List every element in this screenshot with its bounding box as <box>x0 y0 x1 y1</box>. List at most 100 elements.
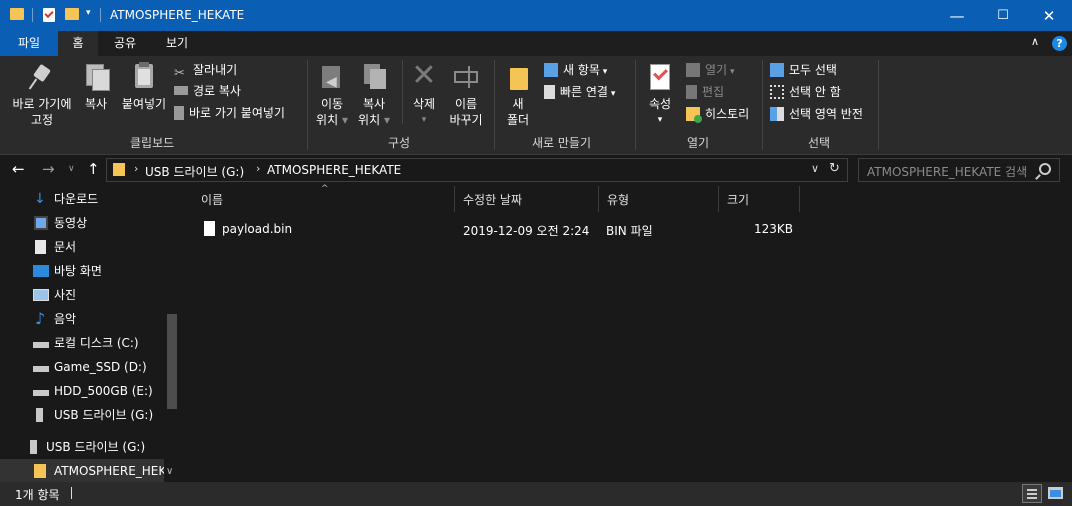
sidebar-item-game-ssd-d[interactable]: Game_SSD (D:) <box>0 355 165 379</box>
item-count: 1개 항목 <box>15 488 60 502</box>
refresh-icon[interactable]: ↻ <box>829 161 840 176</box>
delete-x-icon: ✕ <box>411 58 437 93</box>
address-dropdown-icon[interactable]: ∨ <box>811 162 819 175</box>
sidebar-item-local-disk-c[interactable]: 로컬 디스크 (C:) <box>0 331 165 355</box>
help-icon[interactable]: ? <box>1052 36 1067 51</box>
easy-access-button[interactable]: 빠른 연결 ▾ <box>544 82 615 102</box>
cut-button[interactable]: ✂ 잘라내기 <box>174 60 237 81</box>
copy-to-icon <box>358 60 390 92</box>
sidebar-scrollbar-thumb[interactable] <box>167 314 177 409</box>
invert-selection-button[interactable]: 선택 영역 반전 <box>770 104 863 124</box>
move-to-icon: ◀ <box>316 60 348 92</box>
copy-to-button[interactable]: 복사 위치 ▾ <box>354 60 394 128</box>
forward-button[interactable]: → <box>42 160 55 178</box>
paste-button[interactable]: 붙여넣기 <box>118 60 170 112</box>
new-folder-quick-icon[interactable] <box>65 8 79 20</box>
select-none-button[interactable]: 선택 안 함 <box>770 82 841 102</box>
scissors-icon: ✂ <box>174 66 185 81</box>
title-separator <box>32 8 33 22</box>
search-icon[interactable] <box>1039 163 1051 175</box>
maximize-button[interactable]: ☐ <box>980 0 1026 31</box>
sidebar-item-desktop[interactable]: 바탕 화면 <box>0 259 165 283</box>
search-icon-handle <box>1035 174 1041 180</box>
minimize-button[interactable]: — <box>934 0 980 31</box>
column-header-name[interactable]: 이름 <box>193 186 455 212</box>
usb-icon <box>36 408 43 422</box>
ribbon-separator <box>307 60 308 150</box>
ribbon-separator <box>635 60 636 150</box>
sidebar-item-documents[interactable]: 문서 <box>0 235 165 259</box>
tab-view[interactable]: 보기 <box>154 31 200 56</box>
new-item-button[interactable]: 새 항목 ▾ <box>544 60 607 80</box>
folder-icon <box>34 464 46 478</box>
open-label: 열기 <box>705 63 728 77</box>
ribbon-separator <box>762 60 763 150</box>
breadcrumb-item[interactable]: USB 드라이브 (G:) <box>145 163 244 180</box>
column-header-size[interactable]: 크기 <box>719 186 800 212</box>
select-all-button[interactable]: 모두 선택 <box>770 60 837 80</box>
delete-dropdown-icon[interactable]: ▾ <box>406 112 442 128</box>
usb-icon <box>30 440 37 454</box>
scroll-down-icon[interactable]: ∨ <box>166 466 173 477</box>
search-box[interactable]: ATMOSPHERE_HEKATE 검색 <box>858 158 1060 182</box>
up-button[interactable]: ↑ <box>87 160 100 178</box>
table-row[interactable]: payload.bin 2019-12-09 오전 2:24 BIN 파일 12… <box>193 216 813 242</box>
tab-share[interactable]: 공유 <box>102 31 148 56</box>
column-header-modified[interactable]: 수정한 날짜 <box>455 186 599 212</box>
copy-path-button[interactable]: 경로 복사 <box>174 81 241 101</box>
customize-quick-access-icon[interactable]: ▾ <box>86 8 91 18</box>
pin-quick-access-button[interactable]: 바로 가기에 고정 <box>6 60 78 128</box>
edit-button[interactable]: 편집 <box>686 82 724 102</box>
easy-access-icon <box>544 85 555 99</box>
column-header-type[interactable]: 유형 <box>599 186 719 212</box>
paste-icon <box>128 60 160 92</box>
open-button[interactable]: 열기 ▾ <box>686 60 734 80</box>
sidebar-item-usb-drive-g-root[interactable]: USB 드라이브 (G:) <box>0 435 165 459</box>
clipboard-group-label: 클립보드 <box>130 136 175 150</box>
tab-home[interactable]: 홈 <box>58 31 98 56</box>
select-all-icon <box>770 63 784 77</box>
new-folder-button[interactable]: 새 폴더 <box>500 60 536 128</box>
copy-button[interactable]: 복사 <box>78 60 114 112</box>
move-to-button[interactable]: ◀ 이동 위치 ▾ <box>312 60 352 128</box>
rename-button[interactable]: 이름 바꾸기 <box>444 60 488 128</box>
paste-shortcut-button[interactable]: 바로 가기 붙여넣기 <box>174 103 285 123</box>
sidebar-item-pictures[interactable]: 사진 <box>0 283 165 307</box>
sidebar-item-music[interactable]: ♪ 음악 <box>0 307 165 331</box>
back-button[interactable]: ← <box>12 160 25 178</box>
collapse-ribbon-icon[interactable]: ∧ <box>1031 35 1039 48</box>
folder-icon <box>10 8 24 20</box>
ribbon-separator <box>402 60 403 124</box>
breadcrumb-chevron-icon: › <box>256 162 261 175</box>
easy-access-label: 빠른 연결 <box>560 85 608 99</box>
properties-quick-icon[interactable] <box>43 8 55 22</box>
sidebar-item-downloads[interactable]: ↓ 다운로드 <box>0 187 165 211</box>
paste-shortcut-icon <box>174 106 184 120</box>
properties-button[interactable]: 속성 ▾ <box>642 60 678 128</box>
file-name: payload.bin <box>222 222 293 236</box>
delete-button[interactable]: ✕ 삭제 ▾ <box>406 60 442 128</box>
edit-label: 편집 <box>702 85 725 99</box>
recent-locations-button[interactable]: ∨ <box>68 164 75 174</box>
sidebar-item-usb-drive-g[interactable]: USB 드라이브 (G:) <box>0 403 165 427</box>
sidebar-item-hdd-500gb-e[interactable]: HDD_500GB (E:) <box>0 379 165 403</box>
address-bar[interactable]: › USB 드라이브 (G:) › ATMOSPHERE_HEKATE ∨ ↻ <box>106 158 848 182</box>
file-type: BIN 파일 <box>606 224 653 238</box>
history-button[interactable]: 히스토리 <box>686 104 749 124</box>
edit-icon <box>686 85 697 99</box>
details-view-icon[interactable] <box>1022 484 1042 503</box>
paste-label: 붙여넣기 <box>121 97 167 111</box>
search-input[interactable]: ATMOSPHERE_HEKATE 검색 <box>867 163 1027 180</box>
close-button[interactable]: ✕ <box>1026 0 1072 31</box>
new-folder-label: 새 폴더 <box>506 97 530 127</box>
sidebar-item-videos[interactable]: 동영상 <box>0 211 165 235</box>
properties-dropdown-icon[interactable]: ▾ <box>642 112 678 128</box>
sidebar-item-atmosphere-hekate[interactable]: ATMOSPHERE_HEKA <box>0 459 174 483</box>
breadcrumb-item[interactable]: ATMOSPHERE_HEKATE <box>267 163 401 177</box>
large-icons-view-icon[interactable] <box>1048 487 1063 499</box>
title-separator-2 <box>100 8 101 22</box>
tab-file[interactable]: 파일 <box>0 31 58 56</box>
music-icon: ♪ <box>35 309 46 328</box>
new-item-icon <box>544 63 558 77</box>
open-group-label: 열기 <box>687 136 710 150</box>
